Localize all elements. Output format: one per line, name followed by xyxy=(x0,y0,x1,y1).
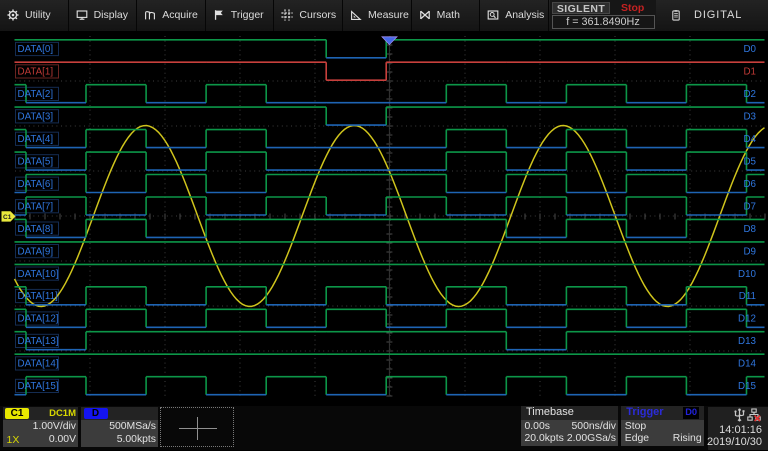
svg-text:DATA[4]: DATA[4] xyxy=(18,134,54,145)
svg-text:D15: D15 xyxy=(738,381,757,392)
svg-text:D8: D8 xyxy=(743,224,756,235)
svg-text:DATA[3]: DATA[3] xyxy=(18,112,54,123)
svg-text:DATA[11]: DATA[11] xyxy=(18,291,59,302)
svg-text:DATA[6]: DATA[6] xyxy=(18,179,54,190)
svg-text:DATA[5]: DATA[5] xyxy=(18,157,54,168)
svg-text:DATA[12]: DATA[12] xyxy=(18,314,59,325)
svg-text:DATA[9]: DATA[9] xyxy=(18,246,54,257)
svg-text:D12: D12 xyxy=(738,314,756,325)
svg-text:DATA[15]: DATA[15] xyxy=(18,381,59,392)
svg-text:D2: D2 xyxy=(743,89,756,100)
svg-text:D7: D7 xyxy=(743,201,756,212)
svg-text:D3: D3 xyxy=(743,112,756,123)
svg-text:D0: D0 xyxy=(743,44,756,55)
svg-text:D4: D4 xyxy=(743,134,756,145)
svg-text:D11: D11 xyxy=(739,291,756,302)
svg-text:D14: D14 xyxy=(738,359,757,370)
svg-text:DATA[2]: DATA[2] xyxy=(18,89,54,100)
svg-text:D5: D5 xyxy=(743,157,756,168)
svg-text:DATA[1]: DATA[1] xyxy=(18,67,54,78)
svg-text:D10: D10 xyxy=(738,269,757,280)
svg-text:DATA[0]: DATA[0] xyxy=(18,44,54,55)
svg-text:D6: D6 xyxy=(743,179,756,190)
svg-text:DATA[10]: DATA[10] xyxy=(18,269,59,280)
svg-text:DATA[7]: DATA[7] xyxy=(18,201,54,212)
svg-text:DATA[8]: DATA[8] xyxy=(18,224,54,235)
svg-text:DATA[14]: DATA[14] xyxy=(18,359,59,370)
svg-text:D1: D1 xyxy=(743,67,756,78)
svg-text:DATA[13]: DATA[13] xyxy=(18,336,59,347)
svg-text:D9: D9 xyxy=(743,246,756,257)
svg-text:C1: C1 xyxy=(3,214,12,221)
svg-text:D13: D13 xyxy=(738,336,757,347)
